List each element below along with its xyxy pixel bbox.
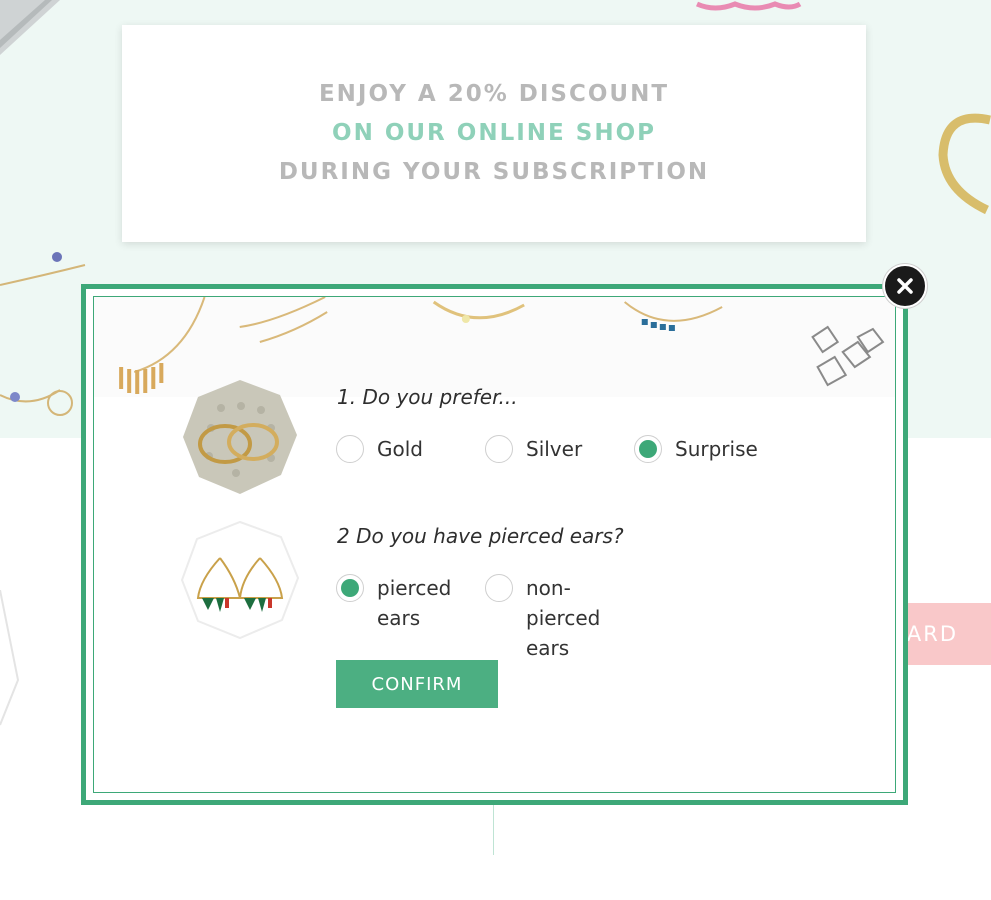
bracelet-image [0,252,86,416]
option-surprise-label: Surprise [675,437,758,461]
hexagon-outline-decoration [0,590,20,726]
earrings-image [180,520,300,640]
label-line: pierced [526,606,601,630]
radio-silver[interactable] [485,435,513,463]
radio-selected-dot [639,440,657,458]
radio-pierced-ears[interactable] [336,574,364,602]
promo-line-3: DURING YOUR SUBSCRIPTION [278,159,710,185]
close-icon [897,278,913,294]
label-line: pierced [377,576,452,600]
radio-gold[interactable] [336,435,364,463]
laptop-corner-image [0,0,60,55]
promo-card: ENJOY A 20% DISCOUNT ON OUR ONLINE SHOP … [122,25,866,242]
option-non-pierced-ears-label: non- pierced ears [526,573,600,663]
option-surprise[interactable]: Surprise [634,435,758,464]
option-gold[interactable]: Gold [336,435,423,464]
option-gold-label: Gold [377,437,423,461]
label-line: ears [377,606,421,630]
background-cta-label: ARD [906,622,958,646]
option-silver[interactable]: Silver [485,435,582,464]
label-line: non- [526,576,571,600]
radio-non-pierced-ears[interactable] [485,574,513,602]
question-1-text: 1. Do you prefer... [337,385,518,409]
promo-line-1: ENJOY A 20% DISCOUNT [318,81,670,107]
pink-jewelry-image [695,1,802,11]
radio-selected-dot [341,579,359,597]
close-button[interactable] [883,264,927,308]
background-cta-button[interactable]: ARD [898,603,991,665]
gold-bangles-image [183,380,297,494]
divider-line [493,805,494,855]
radio-surprise[interactable] [634,435,662,463]
question-2-text: 2 Do you have pierced ears? [337,524,624,548]
option-non-pierced-ears[interactable]: non- pierced ears [485,574,600,663]
confirm-button[interactable]: CONFIRM [336,660,498,708]
option-silver-label: Silver [526,437,583,461]
option-pierced-ears-label: pierced ears [377,573,451,633]
option-pierced-ears[interactable]: pierced ears [336,574,451,633]
gold-ring-image [938,113,991,215]
promo-line-2: ON OUR ONLINE SHOP [332,120,656,146]
label-line: ears [526,636,570,660]
